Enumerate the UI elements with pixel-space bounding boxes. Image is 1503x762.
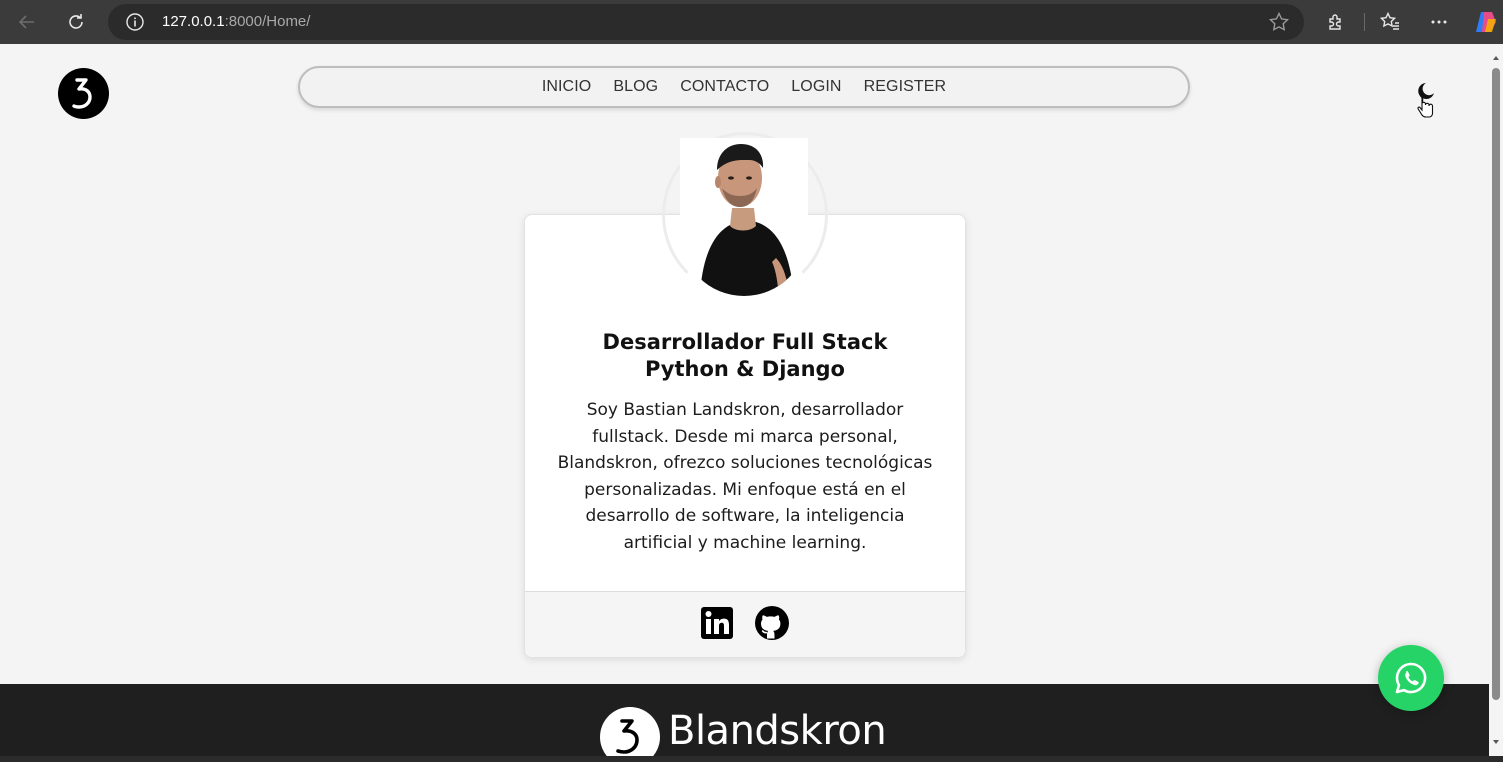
page-scrollbar[interactable] — [1489, 44, 1503, 756]
whatsapp-icon — [1395, 662, 1427, 694]
favorites-icon[interactable] — [1376, 8, 1404, 36]
back-arrow-icon[interactable] — [13, 8, 41, 36]
profile-title: Desarrollador Full Stack Python & Django — [525, 329, 965, 383]
footer-brand-name: Blandskron — [668, 708, 887, 754]
profile-bio: Soy Bastian Landskron, desarrollador ful… — [557, 400, 933, 553]
browser-toolbar: 127.0.0.1:8000/Home/ — [0, 0, 1503, 44]
profile-title-line2: Python & Django — [645, 357, 845, 381]
site-logo[interactable] — [58, 68, 109, 119]
reload-icon[interactable] — [62, 8, 90, 36]
window-bottom-edge — [0, 756, 1503, 762]
github-icon[interactable] — [754, 605, 790, 645]
card-social-footer — [525, 591, 965, 657]
moon-icon — [1417, 83, 1434, 118]
profile-title-line1: Desarrollador Full Stack — [602, 330, 888, 354]
info-icon[interactable] — [125, 12, 145, 36]
nav-inicio[interactable]: INICIO — [542, 78, 592, 96]
profile-avatar — [680, 138, 808, 296]
site-footer: Blandskron — [0, 684, 1489, 756]
star-icon[interactable] — [1268, 11, 1290, 37]
nav-register[interactable]: REGISTER — [864, 78, 947, 96]
url-host: 127.0.0.1 — [162, 13, 225, 30]
linkedin-icon[interactable] — [700, 606, 734, 644]
scroll-up-arrow-icon[interactable] — [1492, 54, 1500, 62]
nav-contacto[interactable]: CONTACTO — [680, 78, 769, 96]
scrollbar-thumb[interactable] — [1492, 68, 1500, 700]
page-viewport: INICIO BLOG CONTACTO LOGIN REGISTER Desa… — [0, 44, 1489, 756]
more-icon[interactable] — [1425, 8, 1453, 36]
footer-logo[interactable] — [600, 707, 660, 756]
url-path: :8000/Home/ — [224, 13, 311, 30]
copilot-icon[interactable] — [1472, 8, 1500, 36]
nav-login[interactable]: LOGIN — [791, 78, 841, 96]
whatsapp-button[interactable] — [1378, 645, 1444, 711]
main-nav: INICIO BLOG CONTACTO LOGIN REGISTER — [298, 66, 1190, 108]
scroll-down-arrow-icon[interactable] — [1492, 738, 1500, 746]
extensions-icon[interactable] — [1322, 8, 1350, 36]
theme-toggle-button[interactable] — [1410, 80, 1438, 128]
nav-blog[interactable]: BLOG — [613, 78, 658, 96]
address-bar[interactable]: 127.0.0.1:8000/Home/ — [108, 4, 1304, 40]
url-text: 127.0.0.1:8000/Home/ — [162, 13, 310, 30]
toolbar-separator — [1364, 13, 1365, 31]
